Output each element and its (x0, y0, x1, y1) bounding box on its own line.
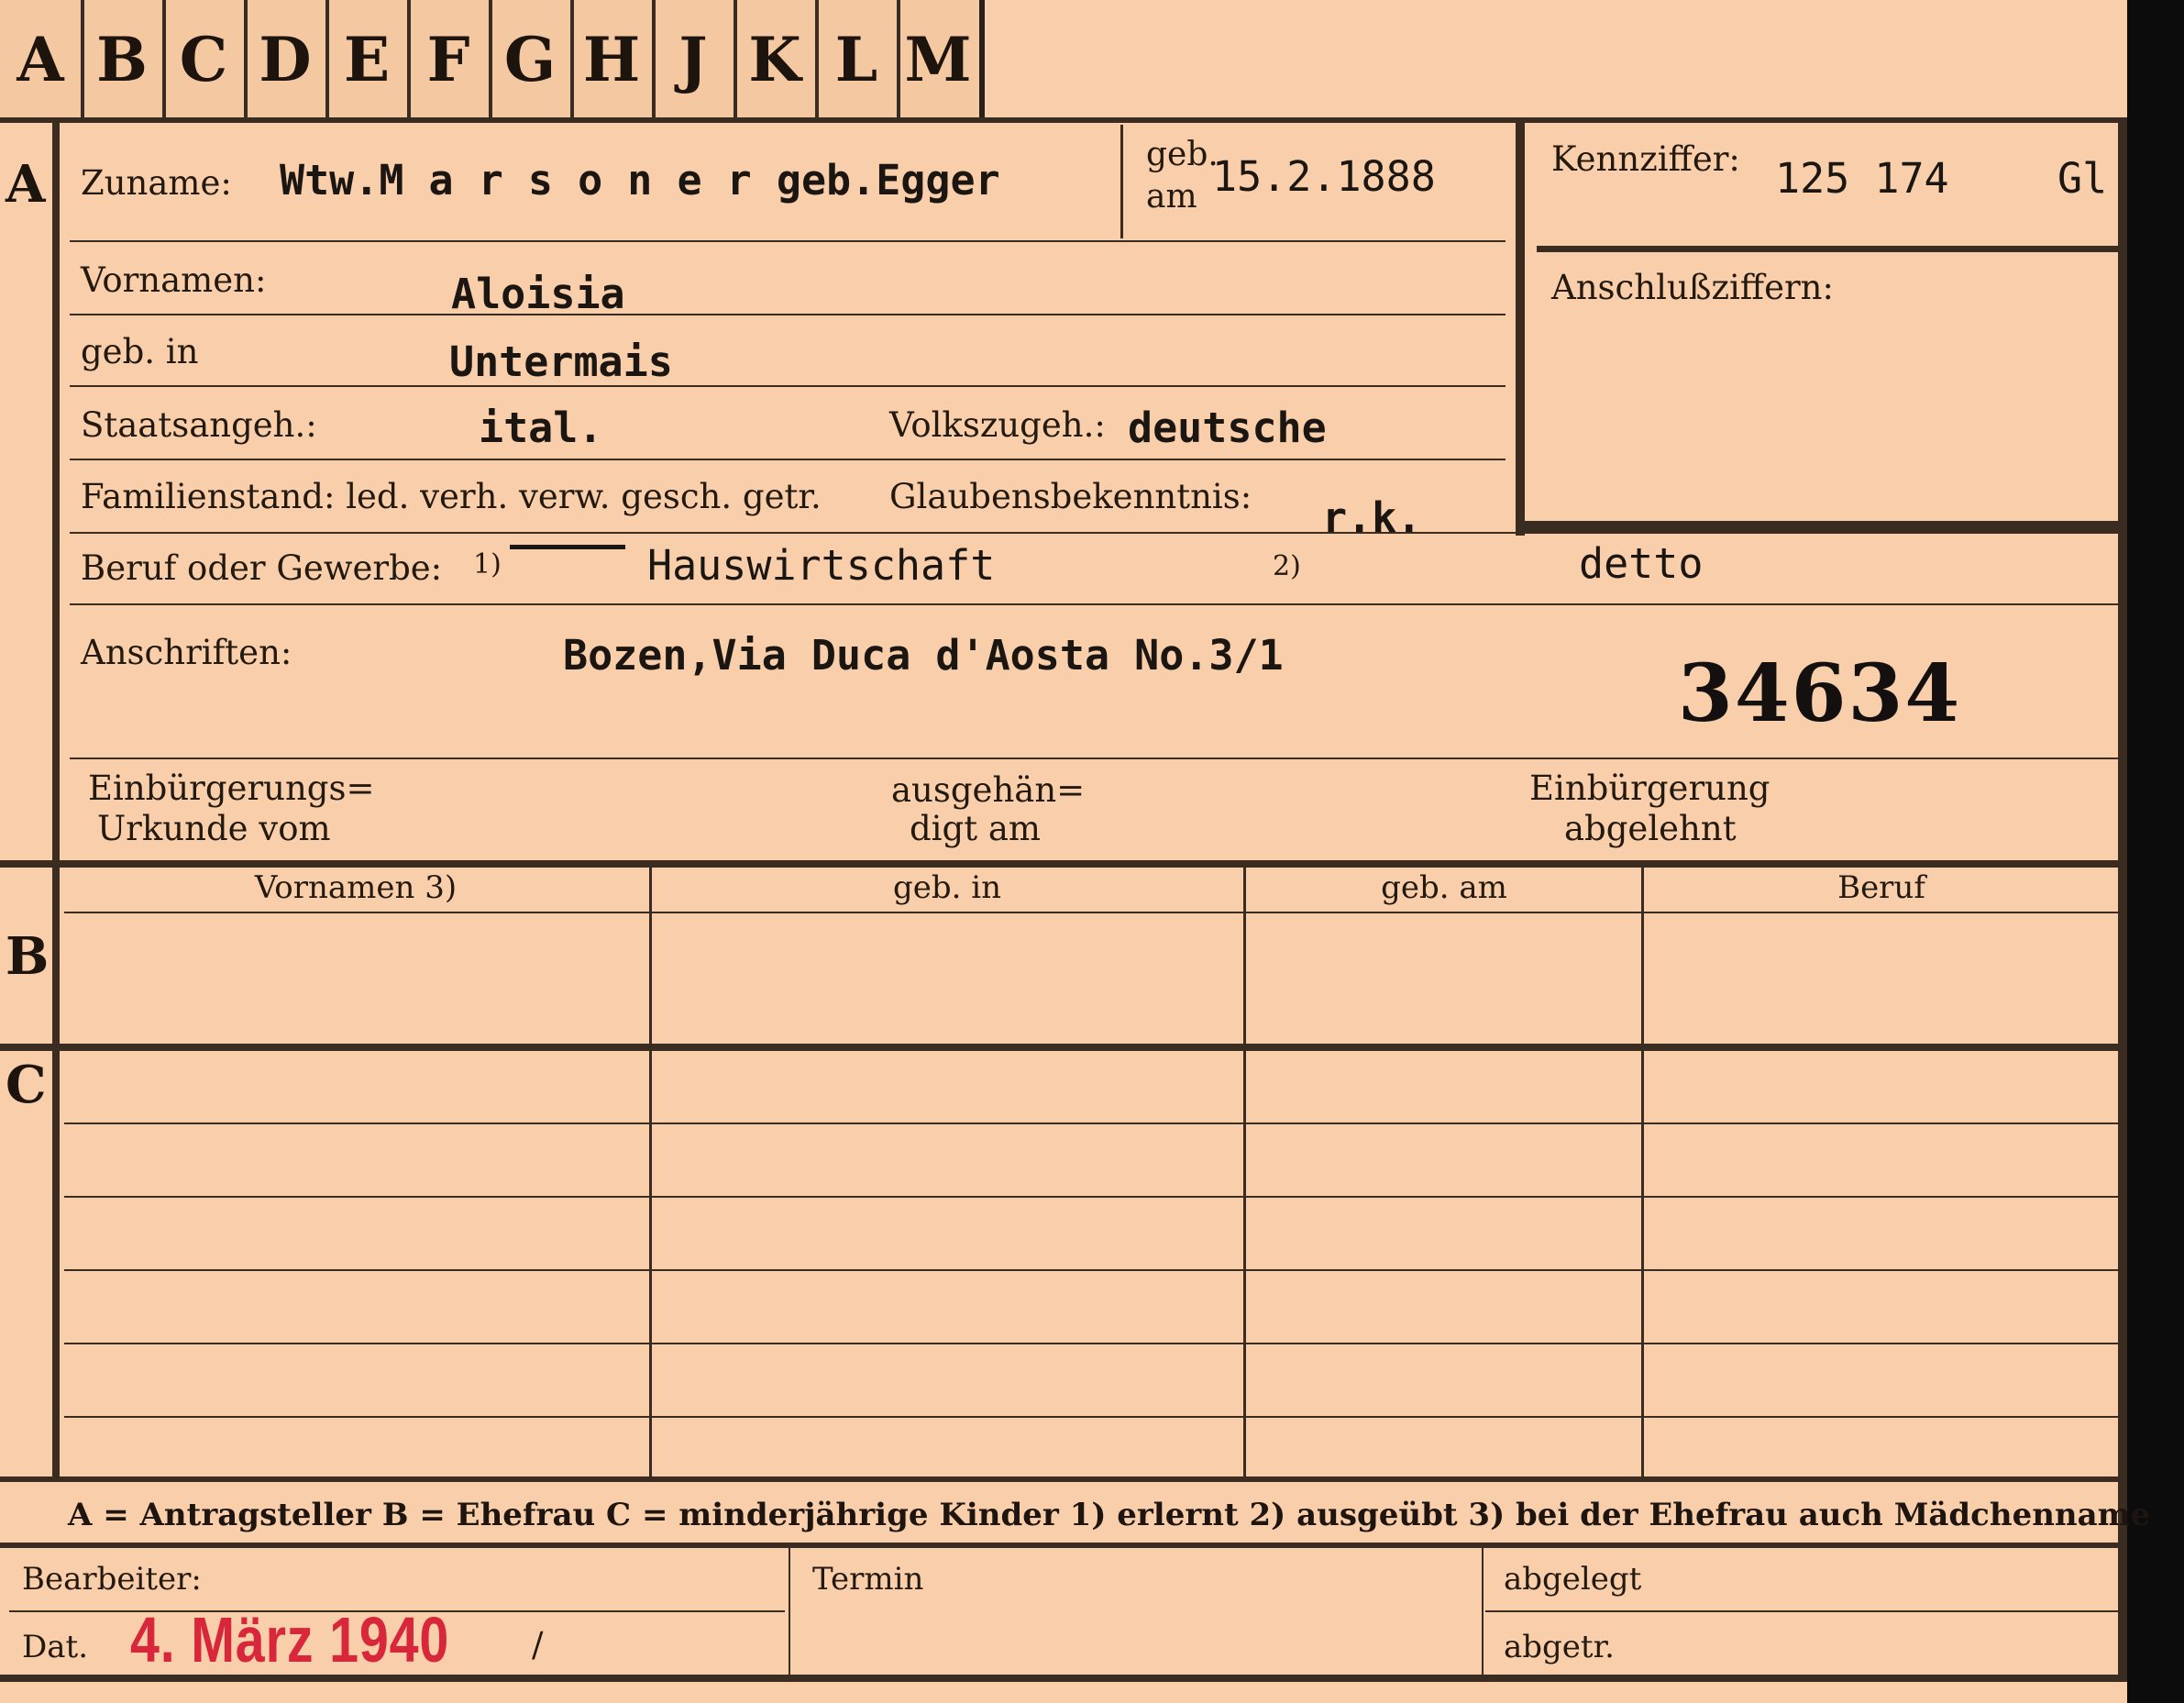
volkszugeh-label: Volkszugeh.: (889, 405, 1106, 445)
col-divider (1641, 868, 1644, 1476)
section-c-top (0, 1044, 2127, 1051)
kennziffer-box-left (1516, 123, 1525, 536)
col-divider (649, 868, 652, 1476)
footer-rule (1485, 1610, 2118, 1612)
row-line (70, 385, 1506, 387)
einb-abgelehnt-label-1: Einbürgerung (1529, 769, 1770, 808)
einb-abgelehnt-label-2: abgelehnt (1564, 809, 1737, 848)
anschluss-label: Anschlußziffern: (1551, 268, 1834, 307)
anschriften-value: Bozen,Via Duca d'Aosta No.3/1 (563, 631, 1284, 680)
child-row-line (64, 1196, 2118, 1198)
ausgehaendigt-label-1: ausgehän= (891, 770, 1086, 810)
kennziffer-label: Kennziffer: (1551, 139, 1740, 179)
beruf-value-1: Hauswirtschaft (647, 541, 996, 590)
row-line (70, 758, 2118, 759)
beruf-label: Beruf oder Gewerbe: (81, 548, 443, 588)
dat-label: Dat. (22, 1629, 89, 1665)
bottom-border (0, 1675, 2127, 1682)
tab-b[interactable]: B (82, 0, 166, 119)
vornamen-value: Aloisia (451, 270, 625, 318)
geb-am-label-2: am (1146, 178, 1197, 216)
footer-slash: / (532, 1625, 544, 1664)
vornamen-label: Vornamen: (81, 260, 267, 300)
staatsangeh-value: ital. (479, 404, 603, 452)
header-rule (64, 912, 2118, 913)
section-a-marker: A (6, 154, 46, 215)
legend-top (0, 1476, 2127, 1482)
child-row-line (64, 1269, 2118, 1271)
tab-g[interactable]: G (490, 0, 574, 119)
zuname-value: Wtw.M a r s o n e r geb.Egger (280, 156, 1000, 205)
kennziffer-value: 125 174 (1775, 154, 1949, 203)
glaubens-label: Glaubensbekenntnis: (889, 477, 1252, 516)
geb-in-value: Untermais (449, 337, 673, 386)
beruf-marker-2: 2) (1273, 550, 1301, 582)
alphabet-tabs: A B C D E F G H J K L M (0, 0, 985, 119)
row-line (70, 603, 2118, 605)
einb-urkunde-label-1: Einbürgerungs= (88, 769, 375, 808)
top-border (0, 117, 2127, 123)
familienstand-label: Familienstand: led. verh. verw. gesch. g… (81, 477, 822, 516)
tab-c[interactable]: C (163, 0, 248, 119)
volkszugeh-value: deutsche (1128, 404, 1327, 452)
section-c-marker: C (6, 1055, 47, 1115)
col-header-geb-am: geb. am (1381, 869, 1507, 906)
col-header-beruf: Beruf (1837, 869, 1925, 906)
date-stamp: 4. März 1940 (130, 1604, 450, 1675)
geb-in-label: geb. in (81, 332, 199, 371)
row-line (70, 459, 1506, 460)
tab-m[interactable]: M (898, 0, 978, 119)
staatsangeh-label: Staatsangeh.: (81, 405, 317, 445)
row-line (70, 240, 1506, 242)
tab-e[interactable]: E (326, 0, 411, 119)
tab-h[interactable]: H (571, 0, 656, 119)
right-border (2118, 123, 2127, 1682)
section-c-divider (52, 1051, 60, 1476)
abgelegt-label: abgelegt (1504, 1561, 1642, 1598)
legend-text: A = Antragsteller B = Ehefrau C = minder… (68, 1497, 2151, 1533)
tab-d[interactable]: D (245, 0, 329, 119)
ausgehaendigt-label-2: digt am (910, 809, 1041, 848)
footer-divider (789, 1548, 790, 1675)
beruf-dash (510, 545, 625, 549)
zuname-label: Zuname: (81, 163, 232, 203)
anschriften-label: Anschriften: (81, 633, 292, 672)
section-b-top (0, 860, 2127, 868)
child-row-line (64, 1122, 2118, 1124)
glaubens-value: r.k. (1322, 493, 1422, 542)
col-header-geb-in: geb. in (892, 869, 1002, 906)
geb-am-divider (1120, 125, 1123, 238)
geb-am-value: 15.2.1888 (1212, 152, 1436, 201)
record-card (0, 0, 2127, 1703)
tab-f[interactable]: F (408, 0, 492, 119)
termin-label: Termin (812, 1561, 924, 1598)
col-divider (1243, 868, 1246, 1476)
kennziffer-suffix: Gl (2057, 154, 2108, 203)
kennziffer-divider (1537, 246, 2118, 252)
footer-divider (1482, 1548, 1484, 1675)
row-line (70, 314, 1506, 315)
tab-a[interactable]: A (0, 0, 84, 119)
child-row-line (64, 1416, 2118, 1418)
row-line (70, 532, 2118, 534)
section-b-marker: B (6, 926, 50, 987)
file-number: 34634 (1678, 647, 1962, 740)
child-row-line (64, 1343, 2118, 1344)
section-b-divider (52, 868, 60, 1044)
col-header-vornamen: Vornamen 3) (254, 869, 458, 906)
tab-l[interactable]: L (816, 0, 900, 119)
abgetr-label: abgetr. (1504, 1629, 1615, 1665)
tab-j[interactable]: J (653, 0, 737, 119)
geb-am-label-1: geb. (1146, 136, 1219, 173)
legend-bottom (0, 1543, 2127, 1548)
einb-urkunde-label-2: Urkunde vom (97, 809, 331, 848)
kennziffer-box-bottom (1516, 521, 2118, 532)
beruf-marker-1: 1) (473, 548, 502, 581)
bearbeiter-label: Bearbeiter: (22, 1561, 202, 1598)
beruf-value-2: detto (1579, 539, 1704, 588)
section-a-divider (52, 123, 60, 862)
tab-k[interactable]: K (734, 0, 819, 119)
